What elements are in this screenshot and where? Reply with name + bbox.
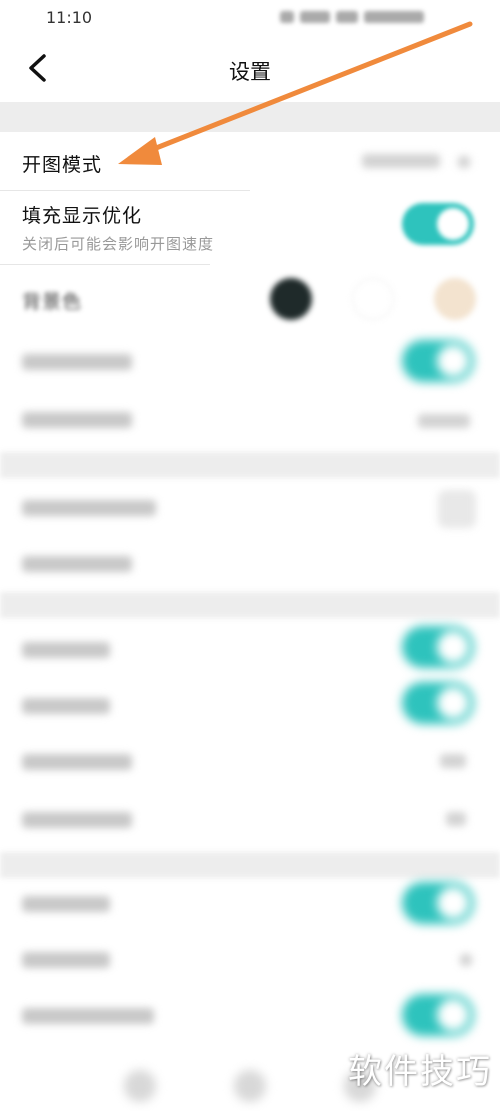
status-time: 11:10: [46, 8, 93, 27]
setting-label: [22, 698, 110, 714]
background-label: 背景色: [22, 291, 83, 313]
status-icons: [280, 10, 450, 24]
setting-toggle[interactable]: [402, 682, 474, 724]
fill-display-toggle[interactable]: [402, 203, 474, 245]
setting-label: [22, 354, 132, 370]
setting-toggle[interactable]: [402, 340, 474, 382]
section-gap: [0, 852, 500, 878]
setting-value: [418, 414, 470, 428]
color-swatch-beige[interactable]: [434, 278, 476, 320]
color-swatch-white[interactable]: [352, 278, 394, 320]
color-swatch-dark[interactable]: [270, 278, 312, 320]
nav-bar: 设置: [0, 36, 500, 102]
setting-label: [22, 952, 110, 968]
setting-label: [22, 896, 110, 912]
section-gap: [0, 452, 500, 478]
setting-label: [22, 412, 132, 428]
setting-value: [438, 490, 476, 528]
setting-toggle[interactable]: [402, 882, 474, 924]
setting-row[interactable]: [0, 796, 500, 846]
fill-display-label: 填充显示优化: [22, 205, 143, 227]
chevron-right-icon: [460, 954, 472, 966]
setting-toggle[interactable]: [402, 994, 474, 1036]
fill-display-subtitle: 关闭后可能会影响开图速度: [22, 235, 215, 253]
setting-label: [22, 500, 156, 516]
open-mode-label: 开图模式: [22, 154, 103, 176]
setting-row-open-mode[interactable]: 开图模式: [0, 132, 500, 190]
setting-label: [22, 556, 132, 572]
setting-value: [440, 754, 466, 768]
bottom-icon[interactable]: [124, 1070, 156, 1102]
setting-value: [446, 812, 466, 826]
setting-label: [22, 754, 132, 770]
setting-row[interactable]: [0, 482, 500, 532]
setting-row[interactable]: [0, 738, 500, 788]
setting-row-fill-display[interactable]: 填充显示优化 关闭后可能会影响开图速度: [0, 191, 500, 264]
setting-label: [22, 642, 110, 658]
section-gap: [0, 102, 500, 132]
bottom-icon[interactable]: [234, 1070, 266, 1102]
page-title: 设置: [229, 60, 271, 84]
status-bar: 11:10: [0, 0, 500, 36]
setting-row-background[interactable]: 背景色: [0, 265, 500, 335]
section-gap: [0, 592, 500, 618]
setting-row[interactable]: [0, 538, 500, 588]
setting-row[interactable]: [0, 394, 500, 444]
setting-toggle[interactable]: [402, 626, 474, 668]
watermark: 软件技巧: [348, 1052, 492, 1092]
chevron-right-icon: [458, 156, 470, 168]
setting-row[interactable]: [0, 936, 500, 986]
open-mode-value: [362, 154, 440, 168]
setting-label: [22, 1008, 154, 1024]
setting-label: [22, 812, 132, 828]
